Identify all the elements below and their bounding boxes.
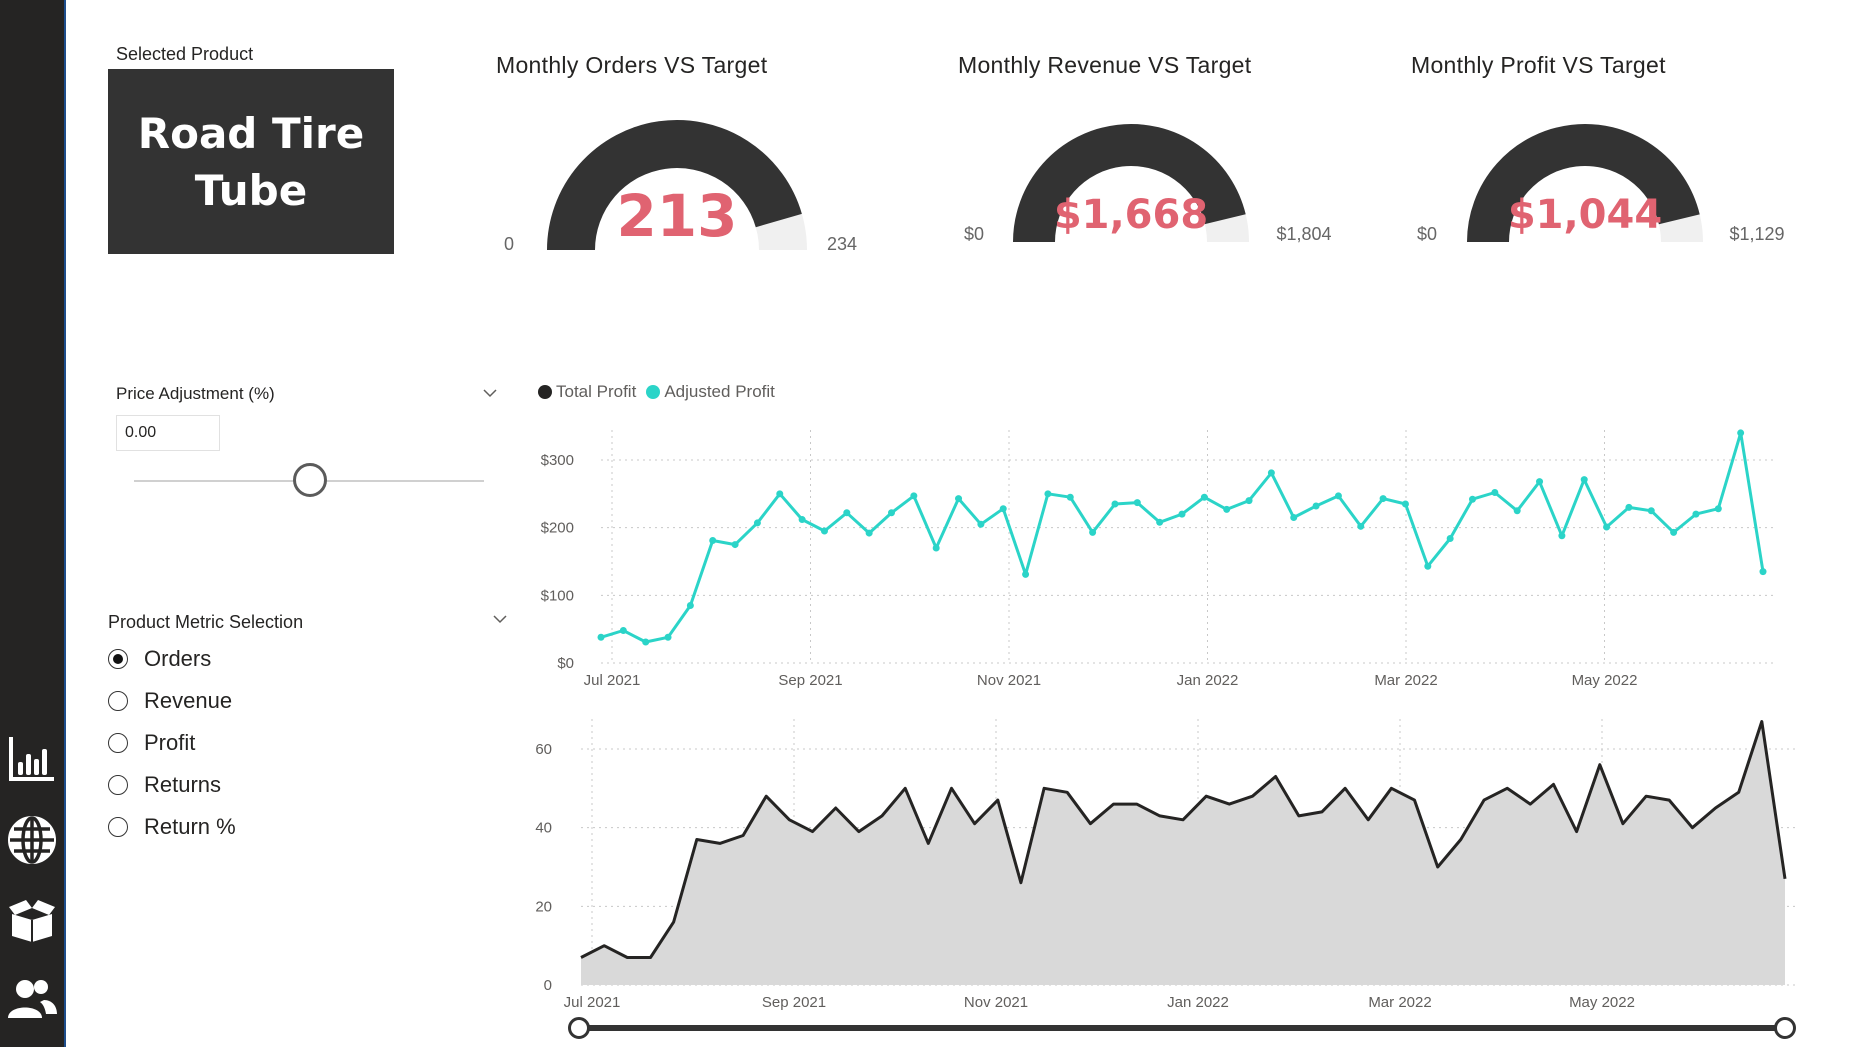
date-range-slider-track[interactable] (578, 1025, 1786, 1031)
y-tick-label: 60 (535, 741, 552, 758)
x-tick-label: May 2022 (1569, 994, 1635, 1011)
x-tick-label: Sep 2021 (762, 994, 826, 1011)
x-tick-label: Jan 2022 (1167, 994, 1229, 1011)
x-tick-label: Nov 2021 (964, 994, 1028, 1011)
date-range-start-handle[interactable] (568, 1017, 590, 1039)
series-area-fill (581, 721, 1785, 985)
y-tick-label: 20 (535, 898, 552, 915)
y-tick-label: 40 (535, 820, 552, 837)
y-tick-label: 0 (544, 977, 552, 994)
x-tick-label: Mar 2022 (1368, 994, 1431, 1011)
x-tick-label: Jul 2021 (564, 994, 621, 1011)
date-range-end-handle[interactable] (1774, 1017, 1796, 1039)
metric-area-chart: 0 20 40 60 Jul 2021 Sep 2021 Nov 2021 Jan 2022 M… (535, 719, 1795, 1011)
